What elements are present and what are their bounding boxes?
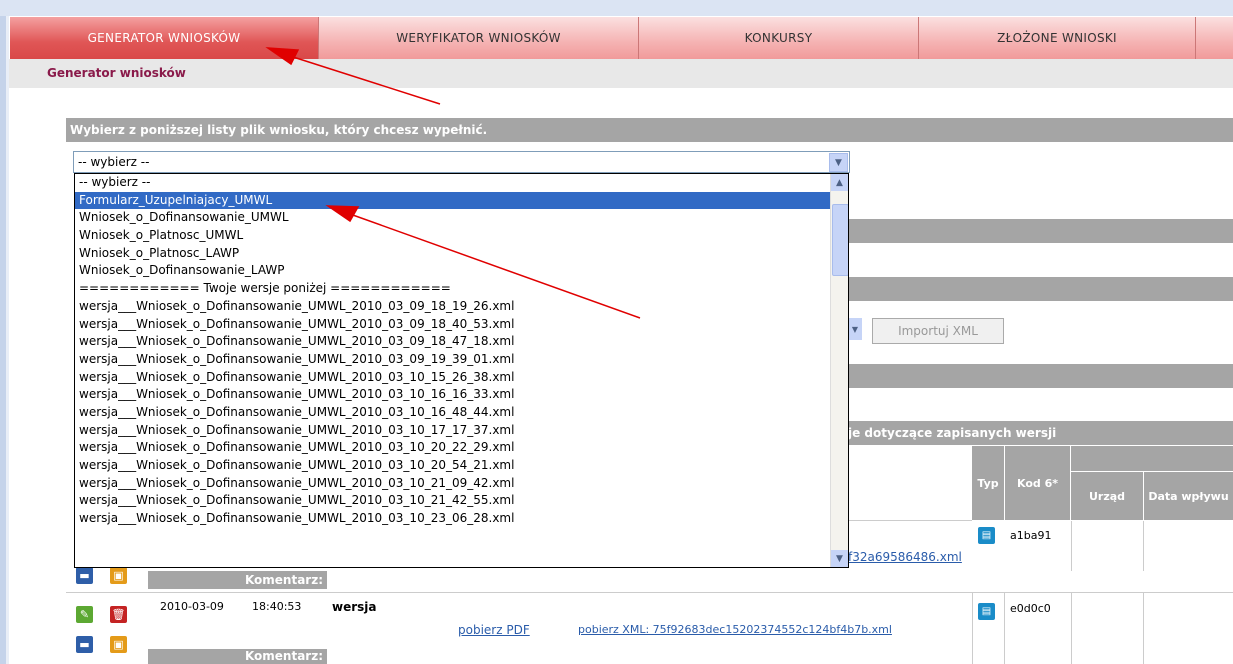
annotation-arrows (265, 47, 641, 319)
arrow-line (289, 55, 441, 105)
arrow-head (265, 47, 300, 66)
arrow-line (349, 213, 641, 319)
arrow-head (325, 205, 360, 223)
